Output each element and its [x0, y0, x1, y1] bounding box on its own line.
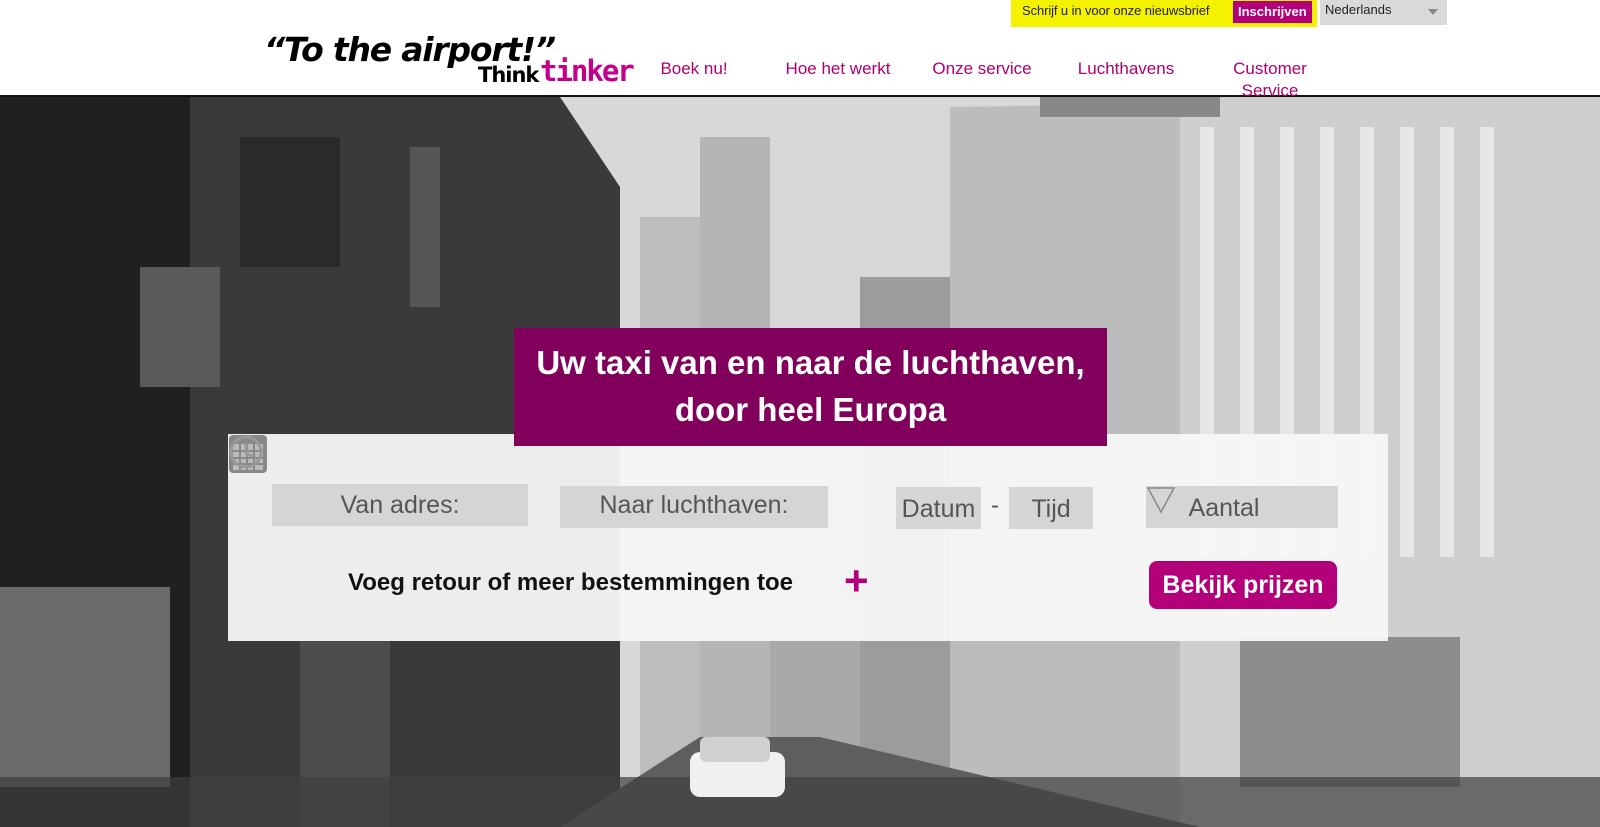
newsletter-subscribe-button[interactable]: Inschrijven	[1233, 1, 1312, 23]
add-return-label: Voeg retour of meer bestemmingen toe	[348, 569, 793, 596]
booking-form: Van adres: Naar luchthaven: Datum - Tijd…	[228, 434, 1388, 641]
plus-icon[interactable]: +	[844, 556, 869, 606]
site-header: Schrijf u in voor onze nieuwsbrief Insch…	[0, 0, 1600, 100]
nav-boek-nu[interactable]: Boek nu!	[648, 58, 740, 80]
date-time-separator: -	[991, 492, 999, 519]
nav-customer-service[interactable]: Customer Service	[1222, 58, 1318, 102]
newsletter-text: Schrijf u in voor onze nieuwsbrief	[1022, 3, 1210, 18]
logo-brand-think: Think	[478, 63, 539, 87]
language-select[interactable]: Nederlands	[1320, 0, 1447, 25]
to-airport-input[interactable]: Naar luchthaven:	[560, 486, 828, 528]
chevron-down-icon	[1428, 9, 1438, 15]
nav-luchthavens[interactable]: Luchthavens	[1068, 58, 1184, 80]
site-logo[interactable]: “To the airport!” Think tinker	[264, 30, 635, 92]
nav-hoe-het-werkt[interactable]: Hoe het werkt	[775, 58, 901, 80]
chevron-down-icon	[1146, 487, 1176, 514]
hero-section: Uw taxi van en naar de luchthaven, door …	[0, 97, 1600, 827]
language-select-value: Nederlands	[1325, 2, 1392, 17]
view-prices-button[interactable]: Bekijk prijzen	[1149, 561, 1337, 609]
clock-icon[interactable]	[228, 434, 264, 470]
logo-brand-tinker: tinker	[540, 54, 635, 88]
from-address-input[interactable]: Van adres:	[272, 484, 528, 526]
newsletter-bar: Schrijf u in voor onze nieuwsbrief Insch…	[1011, 0, 1317, 27]
time-input[interactable]: Tijd	[1009, 487, 1093, 529]
passengers-select[interactable]: Aantal	[1146, 486, 1338, 528]
nav-onze-service[interactable]: Onze service	[923, 58, 1041, 80]
hero-headline: Uw taxi van en naar de luchthaven, door …	[514, 328, 1107, 446]
date-input[interactable]: Datum	[896, 487, 981, 529]
